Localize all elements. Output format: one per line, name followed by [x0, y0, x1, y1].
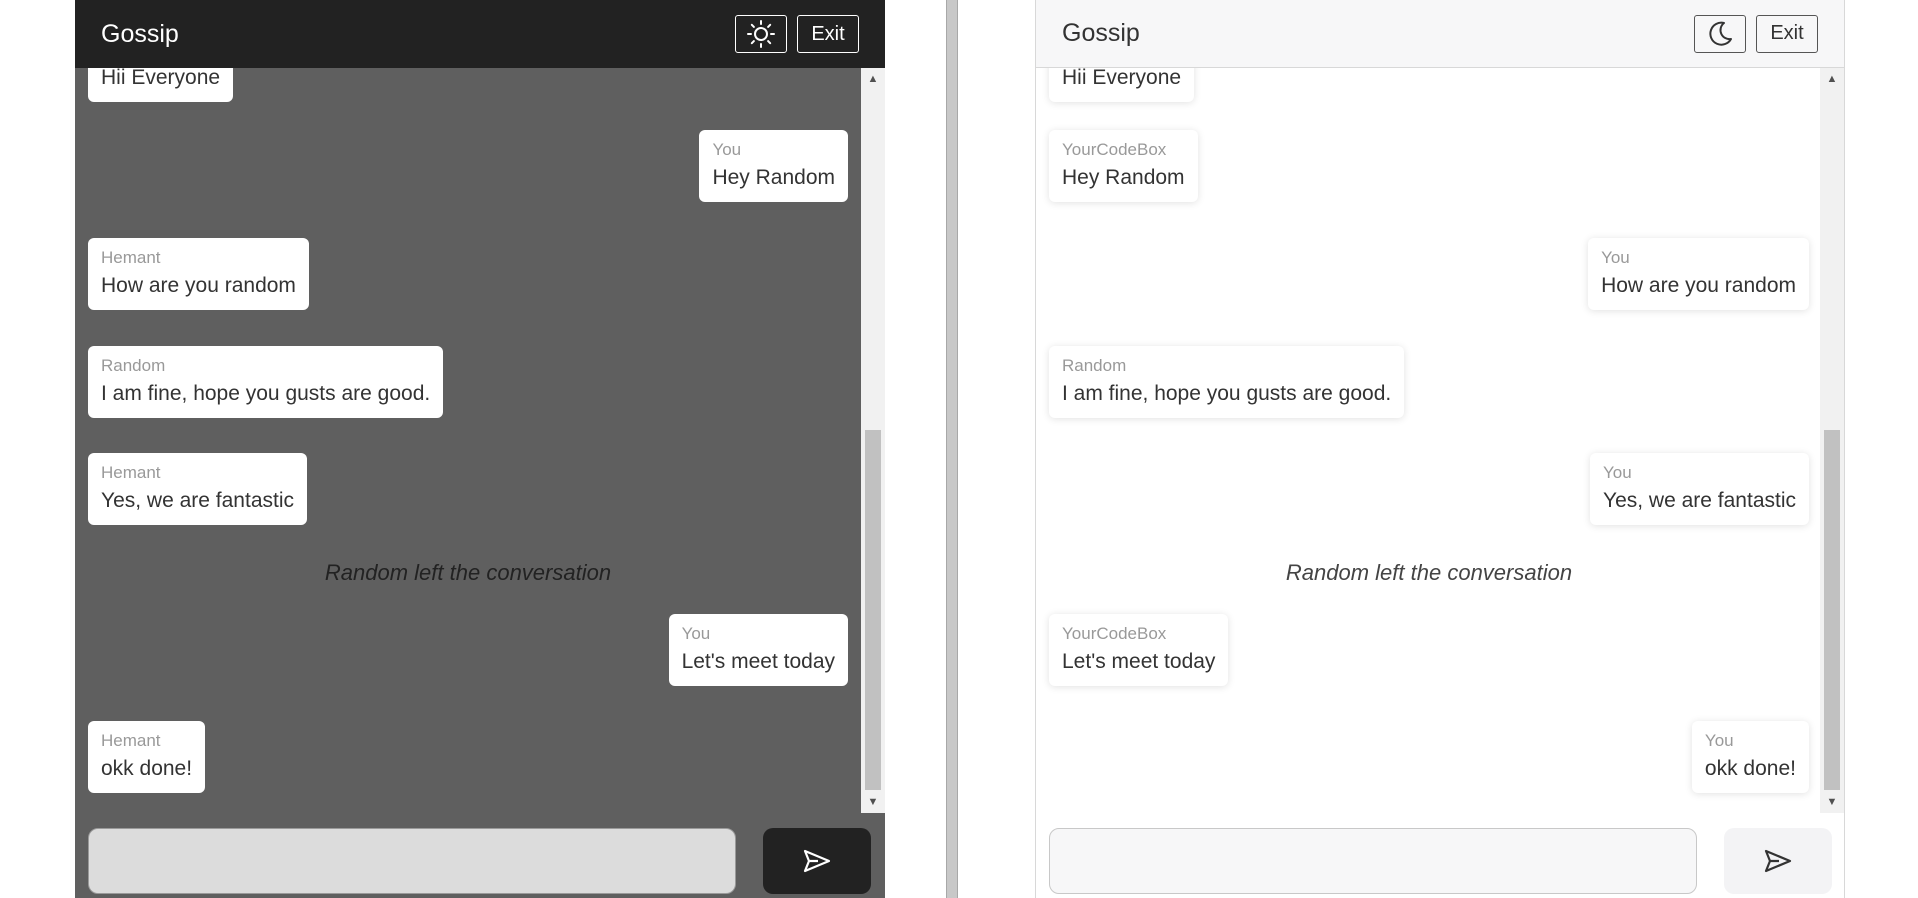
exit-button[interactable]: Exit: [797, 15, 859, 53]
scroll-down-arrow-icon[interactable]: ▼: [861, 791, 885, 813]
message-sender: Hemant: [101, 248, 161, 267]
message-text: Let's meet today: [681, 650, 835, 673]
message-row: Hemant How are you random: [88, 238, 848, 310]
message-bubble: You okk done!: [1691, 721, 1809, 793]
message-text: okk done!: [101, 757, 193, 780]
message-row: Random I am fine, hope you gusts are goo…: [1049, 346, 1809, 418]
message-scrollbar[interactable]: ▲ ▼: [861, 68, 885, 813]
scrollbar-thumb[interactable]: [1824, 430, 1840, 790]
message-row: Hemant Yes, we are fantastic: [88, 453, 848, 525]
message-input[interactable]: [88, 828, 736, 894]
chat-app-dark: Gossip Exit Hii Everyone You Hey Random …: [75, 0, 885, 898]
message-row: You Yes, we are fantastic: [1049, 453, 1809, 525]
message-bubble: Hii Everyone: [1049, 68, 1195, 102]
message-row: Hii Everyone: [88, 68, 848, 102]
message-row: You How are you random: [1049, 238, 1809, 310]
message-list: Hii Everyone You Hey Random Hemant How a…: [75, 68, 861, 813]
message-scrollbar[interactable]: ▲ ▼: [1820, 68, 1844, 813]
message-row: Hii Everyone: [1049, 68, 1809, 102]
message-bubble: You Hey Random: [699, 130, 848, 202]
message-row: Random I am fine, hope you gusts are goo…: [88, 346, 848, 418]
send-icon: [1764, 849, 1792, 873]
moon-icon: [1709, 21, 1732, 46]
message-sender: Hemant: [101, 463, 161, 482]
message-bubble: Random I am fine, hope you gusts are goo…: [1049, 346, 1405, 418]
message-sender: YourCodeBox: [1062, 140, 1167, 159]
message-list: Hii Everyone YourCodeBox Hey Random You …: [1036, 68, 1822, 813]
message-sender: You: [681, 624, 711, 643]
message-text: Let's meet today: [1062, 650, 1216, 673]
scroll-down-arrow-icon[interactable]: ▼: [1820, 791, 1844, 813]
system-notice: Random left the conversation: [1285, 560, 1573, 585]
message-bubble: You Let's meet today: [668, 614, 848, 686]
theme-toggle-button[interactable]: [1694, 14, 1746, 53]
message-bubble: YourCodeBox Hey Random: [1049, 130, 1198, 202]
message-input[interactable]: [1049, 828, 1697, 894]
message-bubble: Hemant Yes, we are fantastic: [88, 453, 307, 525]
scrollbar-thumb[interactable]: [865, 430, 881, 790]
window-divider: [946, 0, 958, 898]
message-text: I am fine, hope you gusts are good.: [1062, 382, 1392, 405]
message-text: Hii Everyone: [101, 68, 221, 89]
message-bubble: Hemant okk done!: [88, 721, 206, 793]
message-sender: Hemant: [101, 731, 161, 750]
composer: [1036, 813, 1844, 898]
message-sender: You: [1603, 463, 1632, 482]
message-row: YourCodeBox Let's meet today: [1049, 614, 1809, 686]
exit-button[interactable]: Exit: [1756, 14, 1818, 53]
chat-header: Gossip Exit: [75, 0, 885, 68]
message-text: Yes, we are fantastic: [101, 489, 294, 512]
message-row: Hemant okk done!: [88, 721, 848, 793]
scroll-up-arrow-icon[interactable]: ▲: [861, 68, 885, 90]
message-text: How are you random: [101, 274, 296, 297]
message-bubble: Hemant How are you random: [88, 238, 309, 310]
message-text: How are you random: [1601, 274, 1796, 297]
send-button[interactable]: [1724, 828, 1832, 894]
message-text: Hii Everyone: [1062, 68, 1182, 89]
message-bubble: Random I am fine, hope you gusts are goo…: [88, 346, 444, 418]
message-sender: You: [1704, 731, 1734, 750]
composer: [75, 813, 885, 898]
message-row: You okk done!: [1049, 721, 1809, 793]
message-sender: Random: [101, 356, 166, 375]
message-sender: YourCodeBox: [1062, 624, 1167, 643]
scroll-up-arrow-icon[interactable]: ▲: [1820, 68, 1844, 90]
message-text: Yes, we are fantastic: [1603, 489, 1796, 512]
message-row: YourCodeBox Hey Random: [1049, 130, 1809, 202]
app-title: Gossip: [1062, 19, 1140, 47]
message-bubble: You How are you random: [1588, 238, 1809, 310]
send-icon: [803, 849, 831, 873]
sun-icon: [747, 20, 775, 48]
system-notice: Random left the conversation: [324, 560, 612, 585]
theme-toggle-button[interactable]: [735, 15, 787, 53]
send-button[interactable]: [763, 828, 871, 894]
message-row: You Let's meet today: [88, 614, 848, 686]
message-text: I am fine, hope you gusts are good.: [101, 382, 431, 405]
message-text: Hey Random: [1062, 166, 1185, 189]
message-text: Hey Random: [712, 166, 835, 189]
message-row: You Hey Random: [88, 130, 848, 202]
message-text: okk done!: [1704, 757, 1796, 780]
message-bubble: YourCodeBox Let's meet today: [1049, 614, 1229, 686]
chat-header: Gossip Exit: [1036, 0, 1844, 68]
message-bubble: Hii Everyone: [88, 68, 234, 102]
chat-app-light: Gossip Exit Hii Everyone YourCodeBox Hey…: [1035, 0, 1845, 898]
message-sender: You: [1601, 248, 1630, 267]
message-bubble: You Yes, we are fantastic: [1590, 453, 1809, 525]
message-sender: Random: [1062, 356, 1127, 375]
message-sender: You: [712, 140, 742, 159]
app-title: Gossip: [101, 19, 179, 48]
